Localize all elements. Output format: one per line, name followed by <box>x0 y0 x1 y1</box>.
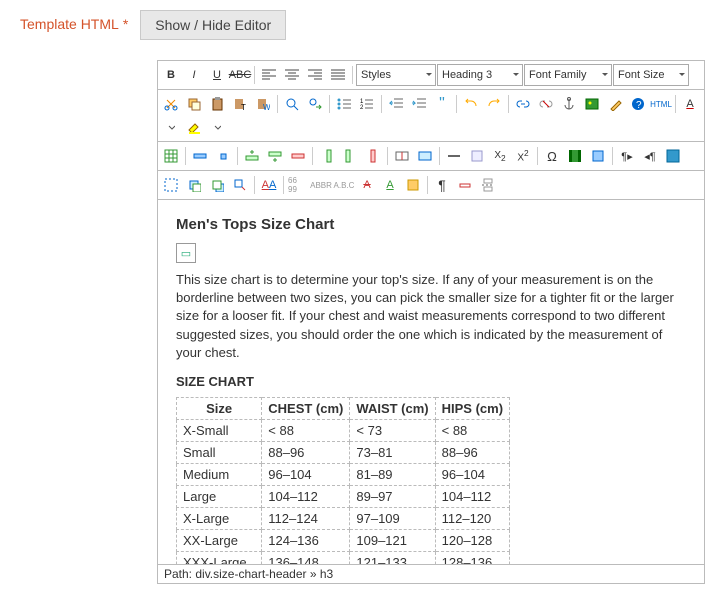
bold-icon[interactable]: B <box>160 64 182 86</box>
sub-icon[interactable]: X2 <box>489 145 511 167</box>
align-left-icon[interactable] <box>258 64 280 86</box>
sup-icon[interactable]: X2 <box>512 145 534 167</box>
strikethrough-icon[interactable]: ABC <box>229 64 251 86</box>
ins-icon[interactable]: A <box>379 174 401 196</box>
outdent-icon[interactable] <box>385 93 407 115</box>
anchor-icon[interactable] <box>558 93 580 115</box>
widget-icon[interactable] <box>587 145 609 167</box>
row-before-icon[interactable] <box>241 145 263 167</box>
undo-icon[interactable] <box>460 93 482 115</box>
layer-abs-icon[interactable] <box>229 174 251 196</box>
editor-content[interactable]: Men's Tops Size Chart ▭ This size chart … <box>157 199 705 565</box>
col-before-icon[interactable] <box>316 145 338 167</box>
replace-icon[interactable] <box>304 93 326 115</box>
format-select[interactable]: Heading 3 <box>437 64 523 86</box>
table-row: X-Large112–12497–109112–120 <box>177 507 510 529</box>
indent-icon[interactable] <box>408 93 430 115</box>
size-chart-label: SIZE CHART <box>176 374 686 389</box>
fullscreen-icon[interactable] <box>662 145 684 167</box>
image-icon[interactable] <box>581 93 603 115</box>
table-header: WAIST (cm) <box>350 397 435 419</box>
forecolor-arrow-icon[interactable] <box>160 116 182 138</box>
blockquote-icon[interactable]: " <box>431 93 453 115</box>
align-right-icon[interactable] <box>304 64 326 86</box>
cut-icon[interactable] <box>160 93 182 115</box>
show-hide-editor-button[interactable]: Show / Hide Editor <box>140 10 286 40</box>
pagebreak-icon[interactable] <box>477 174 499 196</box>
underline-icon[interactable]: U <box>206 64 228 86</box>
size-chart-table: SizeCHEST (cm)WAIST (cm)HIPS (cm) X-Smal… <box>176 397 510 565</box>
font-size-select[interactable]: Font Size <box>613 64 689 86</box>
link-icon[interactable] <box>512 93 534 115</box>
split-cells-icon[interactable] <box>391 145 413 167</box>
layer-forward-icon[interactable] <box>183 174 205 196</box>
styleprops-icon[interactable]: AA <box>258 174 280 196</box>
table-row: XX-Large124–136109–121120–128 <box>177 529 510 551</box>
help-icon[interactable]: ? <box>627 93 649 115</box>
html-icon[interactable]: HTML <box>650 93 672 115</box>
redo-icon[interactable] <box>483 93 505 115</box>
col-after-icon[interactable] <box>339 145 361 167</box>
col-delete-icon[interactable] <box>362 145 384 167</box>
svg-text:?: ? <box>636 100 642 111</box>
acronym-icon[interactable]: A.B.C <box>333 174 355 196</box>
svg-text:T: T <box>241 103 246 111</box>
media-icon[interactable] <box>564 145 586 167</box>
abbr-icon[interactable]: ABBR <box>310 174 332 196</box>
table-row: X-Small< 88< 73< 88 <box>177 419 510 441</box>
table-row: XXX-Large136–148121–133128–136 <box>177 551 510 565</box>
svg-text:2: 2 <box>360 105 364 110</box>
align-justify-icon[interactable] <box>327 64 349 86</box>
paste-word-icon[interactable]: W <box>252 93 274 115</box>
del-icon[interactable]: A <box>356 174 378 196</box>
font-family-select[interactable]: Font Family <box>524 64 612 86</box>
content-description: This size chart is to determine your top… <box>176 271 686 362</box>
field-label: Template HTML* <box>20 10 128 32</box>
table-header: CHEST (cm) <box>262 397 350 419</box>
nbsp-icon[interactable] <box>454 174 476 196</box>
visualchars-icon[interactable]: ¶ <box>431 174 453 196</box>
cell-props-icon[interactable] <box>212 145 234 167</box>
rtl-icon[interactable]: ◂¶ <box>639 145 661 167</box>
content-title: Men's Tops Size Chart <box>176 216 686 233</box>
cite-icon[interactable]: 66 99 <box>287 174 309 196</box>
svg-text:1: 1 <box>360 99 364 105</box>
charmap-icon[interactable]: Ω <box>541 145 563 167</box>
layer-icon[interactable] <box>160 174 182 196</box>
svg-text:W: W <box>263 103 270 111</box>
backcolor-arrow-icon[interactable] <box>206 116 228 138</box>
styles-select[interactable]: Styles <box>356 64 436 86</box>
number-list-icon[interactable]: 12 <box>356 93 378 115</box>
row-props-icon[interactable] <box>189 145 211 167</box>
table-row: Small88–9673–8188–96 <box>177 441 510 463</box>
remove-format-icon[interactable] <box>466 145 488 167</box>
align-center-icon[interactable] <box>281 64 303 86</box>
italic-icon[interactable]: I <box>183 64 205 86</box>
paste-text-icon[interactable]: T <box>229 93 251 115</box>
row-delete-icon[interactable] <box>287 145 309 167</box>
forecolor-icon[interactable]: A <box>679 93 701 115</box>
bullet-list-icon[interactable] <box>333 93 355 115</box>
table-header: Size <box>177 397 262 419</box>
broken-image-icon: ▭ <box>176 243 196 263</box>
backcolor-icon[interactable] <box>183 116 205 138</box>
attribs-icon[interactable] <box>402 174 424 196</box>
layer-back-icon[interactable] <box>206 174 228 196</box>
row-after-icon[interactable] <box>264 145 286 167</box>
editor-path[interactable]: Path: div.size-chart-header » h3 <box>157 565 705 584</box>
table-row: Medium96–10481–8996–104 <box>177 463 510 485</box>
table-icon[interactable] <box>160 145 182 167</box>
table-row: Large104–11289–97104–112 <box>177 485 510 507</box>
unlink-icon[interactable] <box>535 93 557 115</box>
merge-cells-icon[interactable] <box>414 145 436 167</box>
ltr-icon[interactable]: ¶▸ <box>616 145 638 167</box>
find-icon[interactable] <box>281 93 303 115</box>
copy-icon[interactable] <box>183 93 205 115</box>
paste-icon[interactable] <box>206 93 228 115</box>
cleanup-icon[interactable] <box>604 93 626 115</box>
table-header: HIPS (cm) <box>435 397 509 419</box>
hr-icon[interactable] <box>443 145 465 167</box>
